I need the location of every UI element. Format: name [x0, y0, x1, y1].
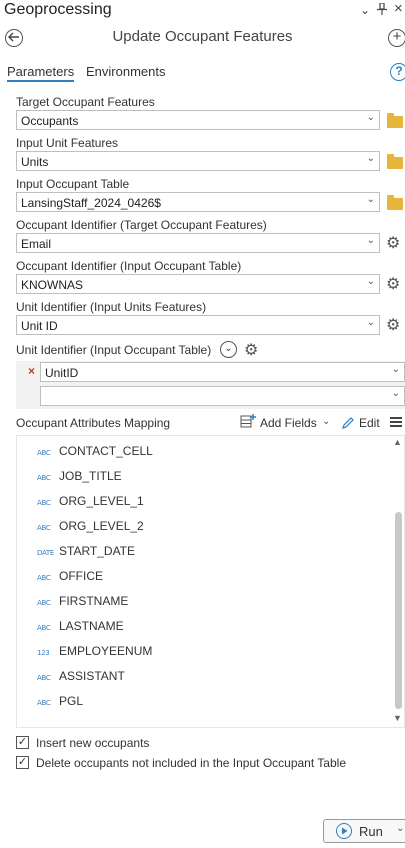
numeric-field-icon: 123: [37, 649, 50, 657]
target-occupant-features-select[interactable]: Occupants ⌄: [16, 110, 380, 130]
pencil-icon: [341, 416, 355, 430]
add-fields-icon: [240, 414, 256, 429]
mapping-list: ABC CONTACT_CELL ABC JOB_TITLE ABC ORG_LEVE…: [16, 435, 405, 728]
text-field-icon: ABC: [37, 599, 51, 607]
menu-icon[interactable]: [389, 415, 403, 429]
gear-icon[interactable]: ⚙: [386, 233, 400, 253]
list-item[interactable]: ABC ORG_LEVEL_1: [37, 494, 144, 508]
tab-parameters[interactable]: Parameters: [7, 64, 75, 82]
list-item[interactable]: ABC JOB_TITLE: [37, 469, 122, 483]
list-item[interactable]: ABC PGL: [37, 694, 83, 708]
insert-new-occupants-checkbox[interactable]: ✓: [16, 736, 29, 749]
list-item[interactable]: ABC ORG_LEVEL_2: [37, 519, 144, 533]
chevron-down-icon: ⌄: [366, 194, 375, 205]
gear-icon[interactable]: ⚙: [386, 315, 400, 335]
browse-folder-icon[interactable]: [387, 154, 403, 169]
scroll-up-icon[interactable]: ▲: [393, 437, 402, 447]
input-unit-features-select[interactable]: Units ⌄: [16, 151, 380, 171]
list-item[interactable]: 123 EMPLOYEENUM: [37, 644, 152, 658]
input-unit-features-label: Input Unit Features: [16, 136, 119, 150]
mapping-scrollbar[interactable]: ▲ ▼: [392, 435, 404, 728]
tab-environments[interactable]: Environments: [86, 64, 165, 79]
add-tool-button[interactable]: +: [388, 29, 405, 47]
unit-id-input-occupant-select[interactable]: UnitID ⌄: [40, 362, 405, 382]
text-field-icon: ABC: [37, 674, 51, 682]
text-field-icon: ABC: [37, 449, 51, 457]
list-item[interactable]: ABC LASTNAME: [37, 619, 124, 633]
text-field-icon: ABC: [37, 474, 51, 482]
list-item[interactable]: ABC OFFICE: [37, 569, 103, 583]
unit-id-input-units-select[interactable]: Unit ID ⌄: [16, 315, 380, 335]
help-icon[interactable]: ?: [390, 63, 405, 81]
occupant-id-input-label: Occupant Identifier (Input Occupant Tabl…: [16, 259, 242, 273]
text-field-icon: ABC: [37, 524, 51, 532]
scroll-thumb[interactable]: [395, 512, 402, 709]
tool-title: Update Occupant Features: [112, 28, 293, 45]
add-fields-button[interactable]: Add Fields: [260, 416, 317, 430]
chevron-down-icon: ⌄: [366, 276, 375, 287]
play-icon: [336, 823, 352, 839]
browse-folder-icon[interactable]: [387, 195, 403, 210]
pane-title: Geoprocessing: [4, 1, 112, 18]
chevron-down-icon: ⌄: [366, 235, 375, 246]
chevron-down-icon[interactable]: ⌄: [396, 823, 404, 834]
pane-options-chevron-icon[interactable]: ⌄: [360, 3, 370, 17]
mapping-label: Occupant Attributes Mapping: [16, 416, 171, 430]
gear-icon[interactable]: ⚙: [244, 340, 258, 360]
plus-icon: +: [392, 28, 402, 45]
gear-icon[interactable]: ⚙: [386, 274, 400, 294]
delete-occupants-label: Delete occupants not included in the Inp…: [36, 756, 346, 770]
insert-new-occupants-label: Insert new occupants: [36, 736, 150, 750]
input-occupant-table-select[interactable]: LansingStaff_2024_0426$ ⌄: [16, 192, 380, 212]
occupant-id-target-select[interactable]: Email ⌄: [16, 233, 380, 253]
text-field-icon: ABC: [37, 699, 51, 707]
unit-id-input-occupant-label: Unit Identifier (Input Occupant Table): [16, 343, 212, 357]
edit-button[interactable]: Edit: [359, 416, 380, 430]
chevron-down-icon: ⌄: [391, 388, 400, 399]
scroll-down-icon[interactable]: ▼: [393, 713, 402, 723]
close-icon[interactable]: ×: [394, 0, 403, 17]
list-item[interactable]: ABC ASSISTANT: [37, 669, 125, 683]
chevron-down-icon: ⌄: [391, 364, 400, 375]
date-field-icon: DATE: [37, 549, 55, 557]
unit-id-input-occupant-empty-select[interactable]: ⌄: [40, 386, 405, 406]
list-item[interactable]: ABC CONTACT_CELL: [37, 444, 153, 458]
browse-folder-icon[interactable]: [387, 113, 403, 128]
expand-chevron-icon[interactable]: ⌄: [220, 341, 237, 358]
text-field-icon: ABC: [37, 499, 51, 507]
list-item[interactable]: DATE START_DATE: [37, 544, 135, 558]
run-button[interactable]: Run ⌄: [323, 819, 405, 843]
remove-x-icon[interactable]: ×: [28, 364, 35, 378]
chevron-down-icon: ⌄: [366, 153, 375, 164]
occupant-id-input-select[interactable]: KNOWNAS ⌄: [16, 274, 380, 294]
delete-occupants-checkbox[interactable]: ✓: [16, 756, 29, 769]
chevron-down-icon: ⌄: [366, 112, 375, 123]
text-field-icon: ABC: [37, 574, 51, 582]
target-occupant-features-label: Target Occupant Features: [16, 95, 155, 109]
list-item[interactable]: ABC FIRSTNAME: [37, 594, 128, 608]
add-fields-dropdown-icon[interactable]: ⌄: [322, 416, 330, 427]
unit-id-input-units-label: Unit Identifier (Input Units Features): [16, 300, 207, 314]
chevron-down-icon: ⌄: [366, 317, 375, 328]
occupant-id-target-label: Occupant Identifier (Target Occupant Fea…: [16, 218, 267, 232]
text-field-icon: ABC: [37, 624, 51, 632]
pin-icon[interactable]: [377, 2, 387, 18]
input-occupant-table-label: Input Occupant Table: [16, 177, 130, 191]
pane-title-bar: Geoprocessing ⌄ ×: [0, 0, 405, 24]
